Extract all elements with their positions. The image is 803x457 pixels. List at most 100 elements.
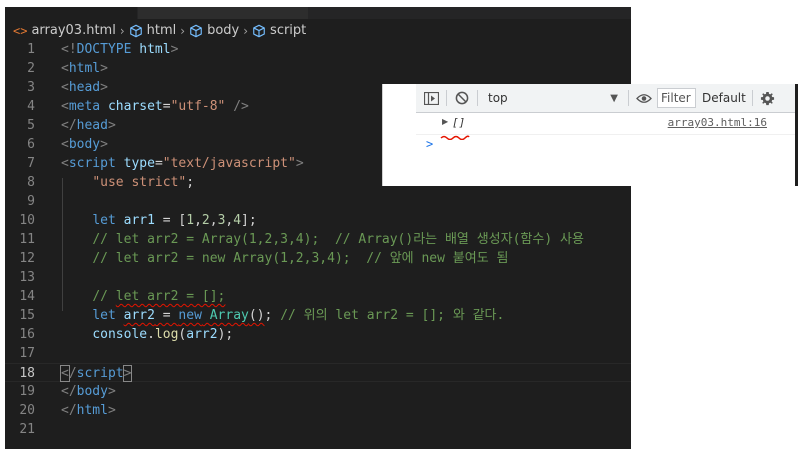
code-token: < [61,156,69,171]
code-token: > [107,403,116,418]
log-source-link[interactable]: array03.html:16 [668,116,767,129]
code-token: () [248,308,265,323]
breadcrumb-body[interactable]: body [207,23,239,38]
console-prompt-icon[interactable]: > [426,137,433,151]
code-text[interactable]: </head> [61,116,116,135]
code-text[interactable]: // let arr2 = Array(1,2,3,4); // Array()… [61,230,584,249]
code-text[interactable]: <head> [61,78,108,97]
code-token: "use strict" [92,175,187,190]
code-text[interactable]: </html> [61,401,116,420]
line-number: 19 [19,384,35,399]
html-file-icon: <> [13,23,28,38]
breadcrumb-file[interactable]: array03.html [31,23,115,38]
code-token: arr2 [186,327,218,342]
code-line[interactable]: 1 <!DOCTYPE html> [5,40,631,59]
gear-icon[interactable] [759,89,777,107]
code-token: > [122,365,133,382]
code-text[interactable]: let arr2 = new Array(); // 위의 let arr2 =… [61,306,504,325]
code-line[interactable]: 13 [5,268,631,287]
code-token: "utf-8" [170,99,226,114]
code-token: arr2 [123,308,155,323]
code-text[interactable]: <script type="text/javascript"> [61,154,304,173]
code-line[interactable]: 16 console.log(arr2); [5,325,631,344]
code-token: // let arr2 = Array(1,2,3,4); // Array()… [92,232,584,247]
code-text[interactable]: <body> [61,135,108,154]
code-text[interactable]: let arr1 = [1,2,3,4]; [61,211,257,230]
code-token: Array [209,308,249,323]
code-text[interactable]: // let arr2 = new Array(1,2,3,4); // 앞에 … [61,249,508,268]
code-text[interactable]: <!DOCTYPE html> [61,40,178,59]
code-line[interactable]: 18 </script> [5,363,631,382]
line-number: 18 [19,366,35,381]
code-token: ]; [241,213,257,228]
log-levels-dropdown[interactable]: Default [702,91,746,105]
line-number: 16 [19,327,35,342]
line-number: 17 [19,346,35,361]
log-value[interactable]: [] [452,116,465,129]
context-selector[interactable]: top ▼ [484,88,622,108]
line-number: 10 [19,213,35,228]
code-token: </ [61,118,77,133]
code-text[interactable]: </script> [60,364,133,383]
clear-console-icon[interactable] [453,89,471,107]
code-token: meta [68,99,101,114]
line-number: 8 [27,175,35,190]
code-token: body [76,384,108,399]
code-token: </ [61,384,77,399]
filter-input[interactable]: Filter [657,88,696,108]
code-token: head [68,80,101,95]
code-line[interactable]: 10 let arr1 = [1,2,3,4]; [5,211,631,230]
breadcrumb-html[interactable]: html [147,23,177,38]
chevron-right-icon: › [119,23,125,38]
code-text[interactable]: console.log(arr2); [61,325,233,344]
code-token: 1 [186,213,195,228]
code-text[interactable]: <meta charset="utf-8" /> [61,97,249,116]
code-token: < [61,80,69,95]
sidebar-toggle-icon[interactable] [422,89,440,107]
toolbar-divider [477,90,478,106]
toolbar-divider [751,90,753,106]
line-number: 9 [27,194,35,209]
code-line[interactable]: 11 // let arr2 = Array(1,2,3,4); // Arra… [5,230,631,249]
tab-array03[interactable] [5,7,137,19]
code-text[interactable]: "use strict"; [61,173,194,192]
code-token: , [194,213,202,228]
triangle-down-icon: ▼ [610,92,618,104]
eye-icon[interactable] [635,89,653,107]
code-line[interactable]: 21 [5,420,631,439]
code-token: < [61,61,69,76]
code-line[interactable]: 17 [5,344,631,363]
code-line[interactable]: 19 </body> [5,382,631,401]
code-text[interactable]: </body> [61,382,116,401]
line-number: 5 [27,118,35,133]
code-line[interactable]: 15 let arr2 = new Array(); // 위의 let arr… [5,306,631,325]
expand-triangle-icon[interactable]: ▶ [442,117,448,126]
tab-other[interactable] [138,7,308,19]
code-line[interactable]: 20 </html> [5,401,631,420]
breadcrumb: <> array03.html › html › body › script [13,21,306,40]
line-number: 2 [27,61,35,76]
code-text[interactable]: <html> [61,59,108,78]
breadcrumb-script[interactable]: script [270,23,306,38]
filter-placeholder: Filter [661,91,691,105]
line-number: 20 [19,403,35,418]
toolbar-divider [628,90,629,106]
line-number: 21 [19,422,35,437]
line-number: 11 [19,232,35,247]
code-token: let arr2 = []; [115,289,226,304]
code-token: <! [61,42,77,57]
code-token: > [295,156,304,171]
code-line[interactable]: 14 // let arr2 = []; [5,287,631,306]
code-line[interactable]: 12 // let arr2 = new Array(1,2,3,4); // … [5,249,631,268]
code-token: DOCTYPE [76,42,132,57]
code-text[interactable]: // let arr2 = []; [61,287,225,306]
code-line[interactable]: 2 <html> [5,59,631,78]
code-line[interactable]: 9 [5,192,631,211]
